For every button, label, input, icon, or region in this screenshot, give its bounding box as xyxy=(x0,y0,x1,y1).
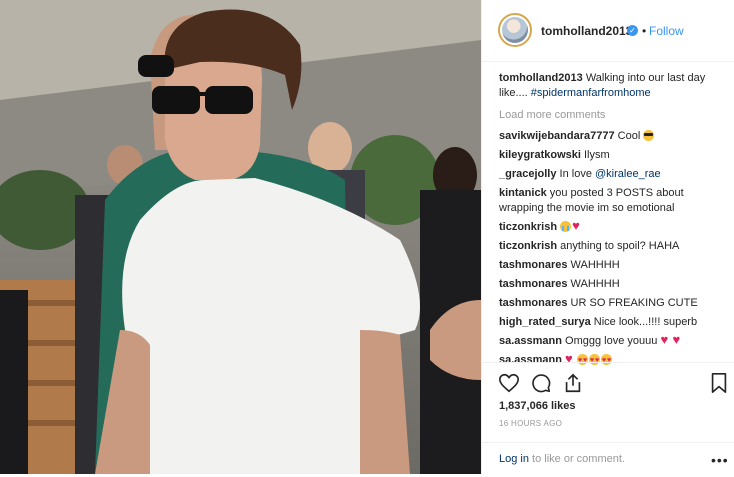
comment-text: Omggg love youuu xyxy=(565,335,658,347)
comment-username[interactable]: savikwijebandara7777 xyxy=(499,130,615,142)
post-actions: 1,837,066 likes 16 HOURS AGO Log in to l… xyxy=(482,362,734,476)
heart-icon[interactable] xyxy=(498,372,520,394)
comment-username[interactable]: kileygratkowski xyxy=(499,149,581,161)
share-icon[interactable] xyxy=(562,372,584,394)
comment-text: WAHHHH xyxy=(570,259,620,271)
comment-item: tashmonares WAHHHH xyxy=(499,277,721,292)
sunglasses-emoji-icon xyxy=(643,130,655,141)
comment-username[interactable]: high_rated_surya xyxy=(499,316,591,328)
comment-username[interactable]: _gracejolly xyxy=(499,168,556,180)
comment-item: kileygratkowski Ilysm xyxy=(499,148,721,163)
follow-button[interactable]: Follow xyxy=(649,24,684,38)
comment-username[interactable]: tashmonares xyxy=(499,297,567,309)
avatar[interactable] xyxy=(498,13,532,47)
post-header: tomholland2013 ✓ • Follow xyxy=(482,0,734,62)
comment-item: sa.assmann Omggg love youuu xyxy=(499,333,721,349)
comment-item: tashmonares UR SO FREAKING CUTE xyxy=(499,296,721,311)
login-prompt-text: to like or comment. xyxy=(528,453,625,465)
comment-item: tashmonares WAHHHH xyxy=(499,258,721,273)
post-author-username[interactable]: tomholland2013 xyxy=(541,24,632,38)
comment-text: anything to spoil? HAHA xyxy=(560,240,680,252)
comment-text: Nice look...!!!! superb xyxy=(593,316,698,328)
comment-item: ticzonkrish anything to spoil? HAHA xyxy=(499,239,721,254)
avatar-image xyxy=(502,17,528,43)
more-options-icon[interactable]: ••• xyxy=(711,452,729,468)
bookmark-icon[interactable] xyxy=(708,372,730,394)
comment-item: _gracejolly In love @kiralee_rae xyxy=(499,167,721,182)
caption-username[interactable]: tomholland2013 xyxy=(499,72,583,84)
post-side-panel: tomholland2013 ✓ • Follow tomholland2013… xyxy=(481,0,734,474)
post-photo[interactable] xyxy=(0,0,481,474)
comment-username[interactable]: ticzonkrish xyxy=(499,240,557,252)
load-more-comments-button[interactable]: Load more comments xyxy=(499,108,721,123)
comment-mention-link[interactable]: @kiralee_rae xyxy=(595,168,661,180)
caption-hashtag-link[interactable]: #spidermanfarfromhome xyxy=(531,87,651,99)
separator-dot: • xyxy=(642,24,647,38)
heart-emoji-icon xyxy=(572,219,583,232)
comment-icon[interactable] xyxy=(530,372,552,394)
comment-username[interactable]: tashmonares xyxy=(499,278,567,290)
comment-text: In love xyxy=(559,168,596,180)
comment-text: Cool xyxy=(617,130,641,142)
comment-username[interactable]: kintanick xyxy=(499,187,547,199)
heart-emoji-icon xyxy=(672,333,683,346)
comment-text: Ilysm xyxy=(584,149,610,161)
comment-text: UR SO FREAKING CUTE xyxy=(570,297,698,309)
post-timestamp: 16 HOURS AGO xyxy=(499,419,563,428)
heart-emoji-icon xyxy=(660,333,671,346)
verified-badge-icon: ✓ xyxy=(627,25,638,36)
caption: tomholland2013 Walking into our last day… xyxy=(499,71,721,101)
comment-username[interactable]: ticzonkrish xyxy=(499,221,557,233)
comment-text: WAHHHH xyxy=(570,278,620,290)
comment-item: kintanick you posted 3 POSTS about wrapp… xyxy=(499,186,721,216)
login-prompt: Log in to like or comment. xyxy=(499,453,625,465)
comment-username[interactable]: sa.assmann xyxy=(499,335,562,347)
comments-list: tomholland2013 Walking into our last day… xyxy=(499,71,721,372)
post-footer: Log in to like or comment. ••• xyxy=(482,442,734,477)
comment-username[interactable]: tashmonares xyxy=(499,259,567,271)
comment-item: high_rated_surya Nice look...!!!! superb xyxy=(499,315,721,330)
comment-item: ticzonkrish xyxy=(499,219,721,235)
login-link[interactable]: Log in xyxy=(499,453,529,465)
comment-item: savikwijebandara7777 Cool xyxy=(499,129,721,144)
crying-emoji-icon xyxy=(560,221,572,232)
likes-count[interactable]: 1,837,066 likes xyxy=(499,400,575,412)
